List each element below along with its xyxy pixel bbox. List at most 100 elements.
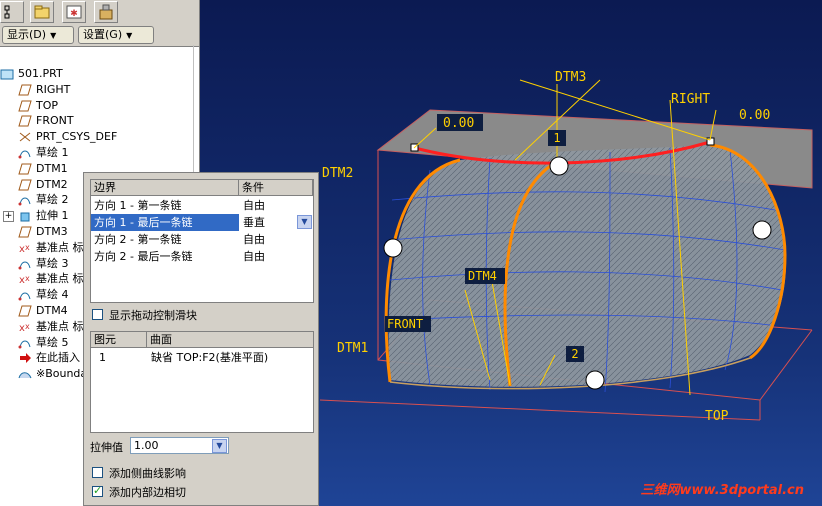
tag-1: 1 — [553, 131, 560, 145]
datum-plane-icon — [18, 100, 32, 112]
label-dtm2: DTM2 — [322, 166, 353, 181]
svg-text:x: x — [25, 322, 30, 331]
entity-cell: 1 — [99, 351, 106, 364]
condition-cell: 自由 — [243, 199, 265, 212]
chevron-down-icon[interactable]: ▼ — [212, 439, 227, 453]
tree-item-label: 草绘 5 — [36, 335, 69, 349]
extrude-value: 1.00 — [134, 439, 159, 452]
condition-dropdown[interactable]: 垂直 ▼ — [239, 214, 313, 231]
label-top: TOP — [705, 409, 729, 424]
sketch-icon — [18, 194, 32, 206]
tag-2: 2 — [571, 347, 578, 361]
sketch-icon — [18, 289, 32, 301]
datum-point-icon: xx — [18, 242, 32, 255]
entity-surface-table: 图元 曲面 1 缺省 TOP:F2(基准平面) — [90, 331, 314, 433]
inner-edge-label: 添加内部边相切 — [109, 486, 186, 499]
boundary-condition-table: 边界 条件 方向 1 - 第一条链 自由 方向 1 - 最后一条链 垂直 ▼ 方… — [90, 179, 314, 303]
tools-icon — [99, 4, 113, 20]
boundary-blend-dialog: 边界 条件 方向 1 - 第一条链 自由 方向 1 - 最后一条链 垂直 ▼ 方… — [83, 172, 319, 506]
tools-button[interactable] — [94, 1, 118, 23]
show-drag-label: 显示拖动控制滑块 — [109, 309, 197, 322]
extrude-icon — [18, 210, 32, 222]
expand-icon[interactable]: + — [3, 211, 14, 223]
show-drag-checkbox[interactable] — [92, 309, 103, 320]
boundary-blend-icon — [18, 368, 32, 380]
datum-plane-icon — [18, 179, 32, 191]
label-front: FRONT — [387, 317, 423, 331]
settings-menu-button[interactable]: 设置(G) ▼ — [78, 26, 154, 44]
dim-value-right[interactable]: 0.00 — [739, 108, 770, 123]
datum-point-icon: xx — [18, 321, 32, 334]
tree-item-label: PRT_CSYS_DEF — [36, 130, 118, 144]
datum-plane-icon — [18, 115, 32, 127]
datum-plane-icon — [18, 163, 32, 175]
table-row-selected[interactable]: 方向 1 - 最后一条链 垂直 ▼ — [91, 214, 313, 231]
chevron-down-icon: ▼ — [126, 31, 133, 40]
tree-icon — [4, 5, 10, 19]
condition-cell: 自由 — [243, 250, 265, 263]
extrude-value-label: 拉伸值 — [90, 441, 123, 454]
sketch-icon — [18, 258, 32, 270]
tree-view-button[interactable] — [0, 1, 24, 23]
boundary-column-header: 边界 — [91, 180, 239, 196]
boundary-cell: 方向 2 - 最后一条链 — [94, 250, 193, 263]
tree-item-label: RIGHT — [36, 82, 71, 96]
show-menu-label: 显示(D) — [7, 28, 47, 41]
sketch-icon — [18, 147, 32, 159]
tree-item-label: DTM4 — [36, 304, 68, 317]
boundary-cell: 方向 2 - 第一条链 — [94, 233, 182, 246]
folder-icon — [34, 5, 50, 19]
panel-toolbar: ✱ — [0, 0, 199, 24]
folder-browser-button[interactable] — [30, 1, 54, 23]
tree-item-label: 基准点 标 — [36, 272, 84, 286]
surface-column-header: 曲面 — [147, 332, 313, 348]
condition-column-header: 条件 — [239, 180, 313, 196]
show-menu-button[interactable]: 显示(D) ▼ — [2, 26, 74, 44]
tree-item-label: 在此插入 — [36, 351, 80, 365]
tree-item-label: DTM2 — [36, 177, 68, 191]
chevron-down-icon: ▼ — [50, 31, 57, 40]
table-row[interactable]: 1 缺省 TOP:F2(基准平面) — [91, 349, 313, 366]
condition-dropdown-value: 垂直 — [243, 216, 265, 229]
entity-column-header: 图元 — [91, 332, 147, 348]
side-curve-checkbox[interactable] — [92, 467, 103, 478]
tree-menubar: 显示(D) ▼ 设置(G) ▼ — [0, 24, 199, 47]
tree-item-label: FRONT — [36, 114, 74, 128]
favorites-icon: ✱ — [66, 5, 82, 19]
insert-arrow-icon — [18, 352, 32, 364]
label-dtm3: DTM3 — [555, 70, 586, 85]
svg-text:x: x — [25, 274, 30, 283]
label-right: RIGHT — [671, 92, 710, 107]
svg-text:✱: ✱ — [70, 9, 78, 19]
tree-item-label: ※Bounda — [36, 367, 88, 381]
tree-item-label: 草绘 3 — [36, 256, 69, 270]
label-dtm4: DTM4 — [468, 269, 497, 283]
csys-icon — [18, 131, 32, 143]
surface-cell: 缺省 TOP:F2(基准平面) — [151, 351, 269, 364]
svg-text:x: x — [25, 243, 30, 252]
label-dtm1: DTM1 — [337, 341, 368, 356]
datum-plane-icon — [18, 226, 32, 238]
chevron-down-icon[interactable]: ▼ — [297, 215, 312, 229]
datum-point-icon: xx — [18, 273, 32, 286]
table-row[interactable]: 方向 2 - 第一条链 自由 — [91, 231, 313, 248]
tree-item-label: 拉伸 1 — [36, 209, 69, 223]
condition-cell: 自由 — [243, 233, 265, 246]
tree-item-label: 501.PRT — [18, 67, 63, 80]
tree-item-label: 草绘 2 — [36, 193, 69, 207]
tree-item-label: 草绘 1 — [36, 146, 69, 159]
part-icon — [0, 68, 14, 80]
boundary-cell: 方向 1 - 第一条链 — [94, 199, 182, 212]
tree-item-label: DTM3 — [36, 225, 68, 238]
extrude-value-combo[interactable]: 1.00 ▼ — [130, 437, 229, 454]
tree-item-label: 草绘 4 — [36, 288, 69, 302]
inner-edge-checkbox[interactable] — [92, 484, 103, 497]
datum-plane-icon — [18, 305, 32, 317]
table-row[interactable]: 方向 1 - 第一条链 自由 — [91, 197, 313, 214]
table-row[interactable]: 方向 2 - 最后一条链 自由 — [91, 248, 313, 265]
watermark: 三维网www.3dportal.cn — [640, 483, 804, 498]
tree-item-label: TOP — [36, 98, 59, 112]
sketch-icon — [18, 337, 32, 349]
dim-value-left[interactable]: 0.00 — [443, 116, 474, 131]
favorites-button[interactable]: ✱ — [62, 1, 86, 23]
